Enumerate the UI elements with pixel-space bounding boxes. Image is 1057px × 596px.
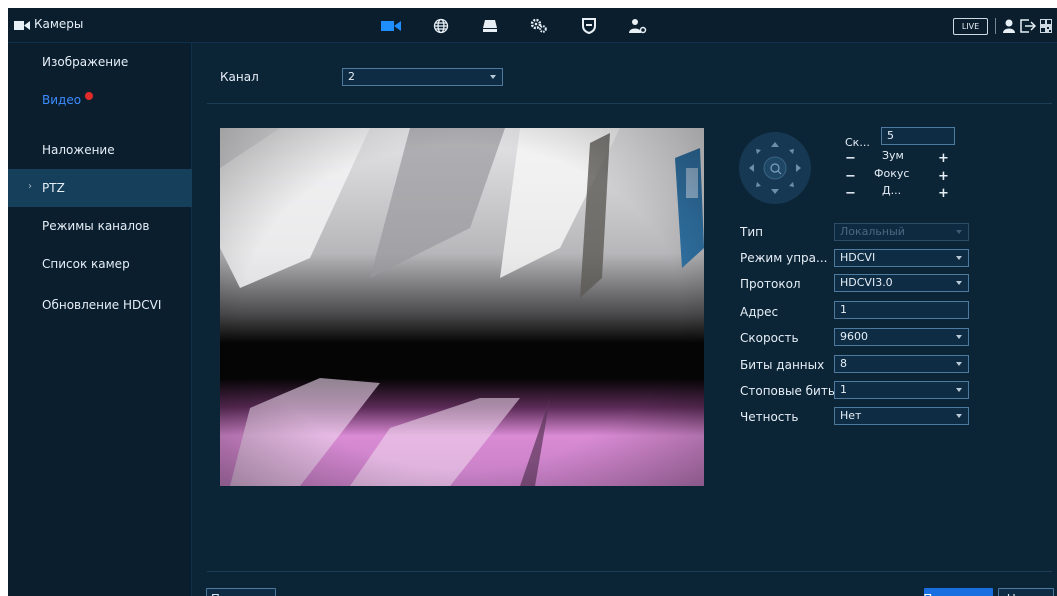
- app-window: Камеры LIVE Изображение Видео Наложение …: [8, 8, 1057, 596]
- ptz-speed-value: 5: [887, 129, 894, 142]
- dropdown-arrow-icon: [956, 388, 962, 392]
- settings-icon[interactable]: [528, 16, 550, 36]
- dropdown-arrow-icon: [956, 414, 962, 418]
- notification-dot: [85, 92, 94, 100]
- baud-rate-select[interactable]: 9600: [834, 328, 969, 346]
- data-bits-select[interactable]: 8: [834, 355, 969, 373]
- sidebar-item-label: Обновление HDCVI: [42, 298, 162, 312]
- logout-icon[interactable]: [1019, 16, 1037, 36]
- back-button[interactable]: Назад: [998, 588, 1054, 596]
- dropdown-arrow-icon: [956, 335, 962, 339]
- ptz-direction-pad[interactable]: [739, 132, 811, 204]
- dropdown-arrow-icon: [956, 230, 962, 234]
- video-preview: [220, 128, 704, 486]
- type-label: Тип: [740, 225, 763, 239]
- page-title: Камеры: [34, 17, 84, 31]
- user-settings-icon[interactable]: [627, 16, 649, 36]
- focus-plus-button[interactable]: +: [938, 169, 949, 184]
- globe-icon[interactable]: [430, 16, 452, 36]
- zoom-plus-button[interactable]: +: [938, 151, 949, 166]
- parity-select[interactable]: Нет: [834, 407, 969, 425]
- dropdown-arrow-icon: [490, 75, 496, 79]
- sidebar-item-label: PTZ: [42, 181, 65, 195]
- sidebar-item-label: Видео: [42, 93, 82, 107]
- top-bar: Камеры LIVE: [8, 8, 1057, 43]
- channel-select[interactable]: 2: [342, 68, 503, 86]
- sidebar-item-video[interactable]: Видео: [8, 81, 192, 119]
- type-value: Локальный: [840, 225, 905, 238]
- type-select: Локальный: [834, 223, 969, 241]
- control-mode-label: Режим упра...: [740, 251, 828, 265]
- parity-label: Четность: [740, 410, 799, 424]
- zoom-label: Зум: [882, 149, 904, 162]
- data-bits-label: Биты данных: [740, 358, 825, 372]
- camera-icon: [14, 21, 30, 30]
- address-value: 1: [840, 303, 847, 316]
- sidebar-item-hdcvi-update[interactable]: Обновление HDCVI: [8, 286, 192, 324]
- sidebar-item-label: Список камер: [42, 257, 130, 271]
- chevron-right-icon: ›: [28, 181, 32, 192]
- control-mode-select[interactable]: HDCVI: [834, 249, 969, 267]
- ptz-speed-label: Ск...: [845, 136, 870, 149]
- parity-value: Нет: [840, 409, 862, 422]
- sidebar-item-ptz[interactable]: › PTZ: [8, 169, 192, 207]
- focus-label: Фокус: [874, 167, 910, 180]
- address-input[interactable]: 1: [834, 301, 969, 319]
- baud-rate-value: 9600: [840, 330, 868, 343]
- stop-bits-value: 1: [840, 383, 847, 396]
- iris-label: Д...: [882, 184, 902, 197]
- sidebar-item-channel-modes[interactable]: Режимы каналов: [8, 207, 192, 245]
- apply-button[interactable]: Применить: [923, 588, 994, 596]
- live-button[interactable]: LIVE: [953, 18, 988, 35]
- address-label: Адрес: [740, 305, 779, 319]
- ptz-speed-input[interactable]: 5: [881, 127, 955, 145]
- sidebar-item-label: Режимы каналов: [42, 219, 150, 233]
- sidebar: Изображение Видео Наложение › PTZ Режимы…: [8, 43, 192, 596]
- dropdown-arrow-icon: [956, 256, 962, 260]
- data-bits-value: 8: [840, 357, 847, 370]
- sidebar-item-camera-list[interactable]: Список камер: [8, 245, 192, 283]
- protocol-value: HDCVI3.0: [840, 276, 893, 289]
- divider: [207, 103, 1052, 104]
- shield-icon[interactable]: [578, 16, 600, 36]
- protocol-label: Протокол: [740, 277, 801, 291]
- storage-icon[interactable]: [479, 16, 501, 36]
- sidebar-item-overlay[interactable]: Наложение: [8, 131, 192, 169]
- dropdown-arrow-icon: [956, 362, 962, 366]
- control-mode-value: HDCVI: [840, 251, 876, 264]
- channel-label: Канал: [220, 70, 259, 84]
- divider: [207, 571, 1052, 572]
- iris-plus-button[interactable]: +: [938, 186, 949, 201]
- dropdown-arrow-icon: [956, 281, 962, 285]
- divider: [995, 18, 996, 34]
- stop-bits-select[interactable]: 1: [834, 381, 969, 399]
- sidebar-item-image[interactable]: Изображение: [8, 43, 192, 81]
- main-panel: Канал 2 Ск... 5 − Зум + − Фокус + − Д...…: [193, 43, 1057, 596]
- sidebar-item-label: Изображение: [42, 55, 129, 69]
- zoom-minus-button[interactable]: −: [845, 151, 856, 166]
- user-icon[interactable]: [1001, 16, 1017, 36]
- channel-value: 2: [348, 70, 355, 83]
- copy-button[interactable]: Примен...: [206, 588, 276, 596]
- iris-minus-button[interactable]: −: [845, 186, 856, 201]
- camera-icon[interactable]: [380, 16, 402, 36]
- speed-label: Скорость: [740, 331, 799, 345]
- stop-bits-label: Стоповые биты: [740, 384, 838, 398]
- qr-icon[interactable]: [1038, 16, 1054, 36]
- sidebar-item-label: Наложение: [42, 143, 115, 157]
- protocol-select[interactable]: HDCVI3.0: [834, 274, 969, 292]
- focus-minus-button[interactable]: −: [845, 169, 856, 184]
